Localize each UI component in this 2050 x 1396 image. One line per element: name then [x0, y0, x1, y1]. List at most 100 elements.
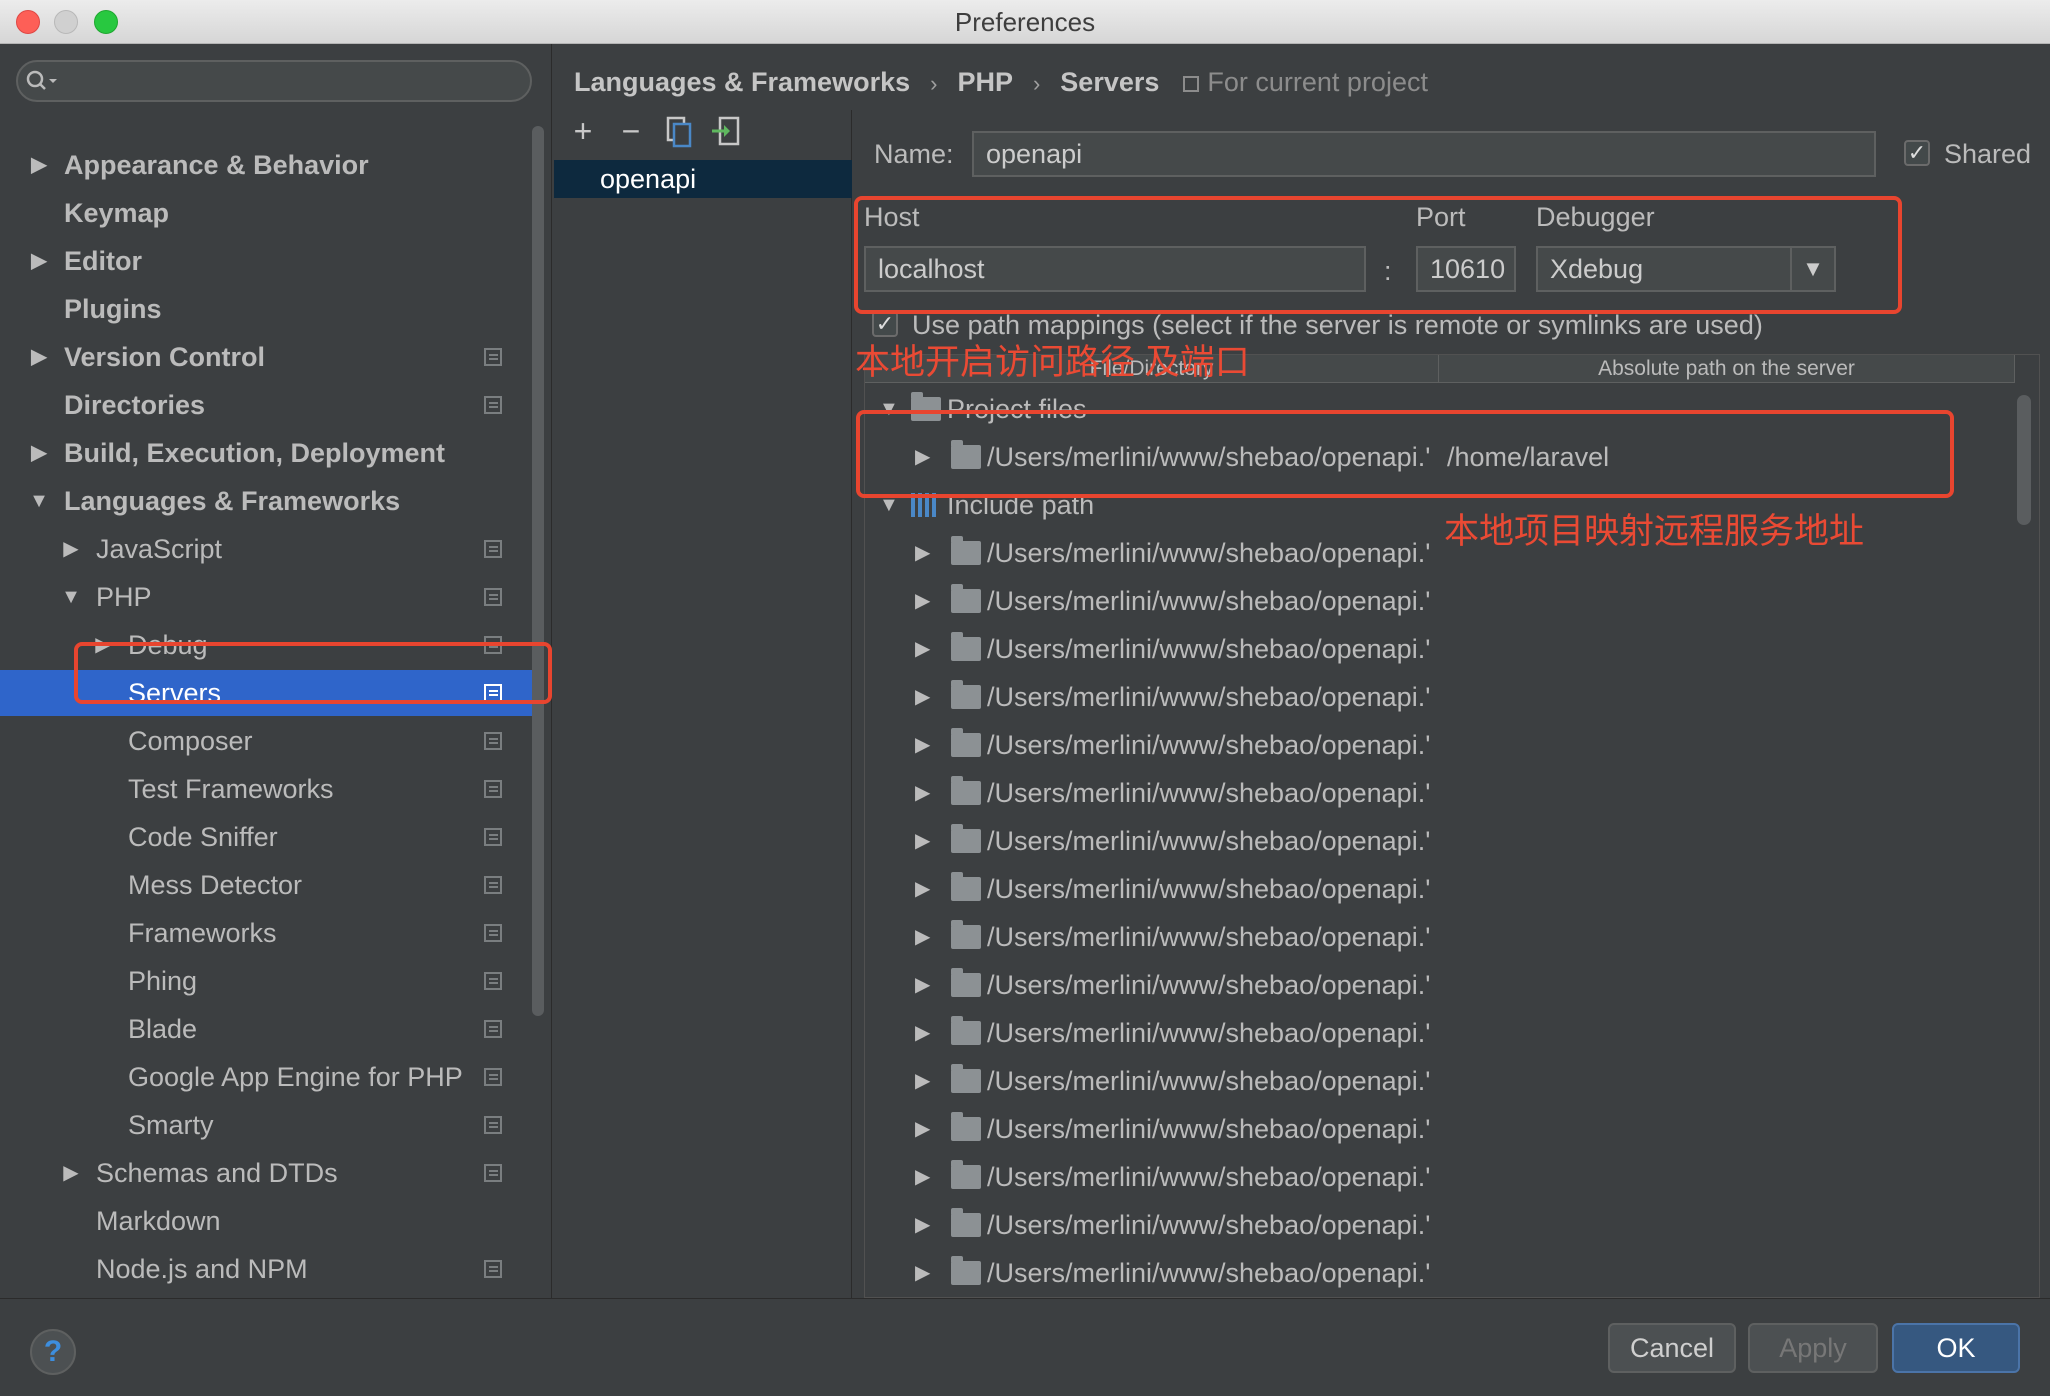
collapsed-arrow-icon[interactable]: ▶ — [915, 1009, 930, 1057]
local-path: /Users/merlini/www/shebao/openapi.' — [987, 1018, 1431, 1048]
include-path-row[interactable]: ▶ /Users/merlini/www/shebao/openapi.' — [865, 1249, 2015, 1297]
include-path-row[interactable]: ▶ /Users/merlini/www/shebao/openapi.' — [865, 865, 2015, 913]
collapsed-arrow-icon[interactable]: ▶ — [915, 433, 930, 481]
sidebar-item-smarty[interactable]: Smarty — [0, 1102, 534, 1148]
expanded-arrow-icon[interactable]: ▼ — [28, 478, 50, 524]
sidebar-item-appearance-behavior[interactable]: ▶ Appearance & Behavior — [0, 142, 534, 188]
collapsed-arrow-icon[interactable]: ▶ — [915, 721, 930, 769]
include-path-row[interactable]: ▶ /Users/merlini/www/shebao/openapi.' — [865, 1105, 2015, 1153]
local-path: /Users/merlini/www/shebao/openapi.' — [987, 874, 1431, 904]
port-input[interactable]: 10610 — [1416, 246, 1516, 292]
sidebar-item-directories[interactable]: Directories — [0, 382, 534, 428]
include-path-row[interactable]: ▶ /Users/merlini/www/shebao/openapi.' — [865, 625, 2015, 673]
collapsed-arrow-icon[interactable]: ▶ — [28, 430, 50, 476]
include-path-row[interactable]: ▶ /Users/merlini/www/shebao/openapi.' — [865, 1057, 2015, 1105]
collapsed-arrow-icon[interactable]: ▶ — [915, 1105, 930, 1153]
include-path-row[interactable]: ▶ /Users/merlini/www/shebao/openapi.' — [865, 673, 2015, 721]
mapping-scrollbar[interactable] — [2017, 395, 2031, 525]
include-path-row[interactable]: ▶ /Users/merlini/www/shebao/openapi.' — [865, 721, 2015, 769]
collapsed-arrow-icon[interactable]: ▶ — [915, 673, 930, 721]
include-path-row[interactable]: ▶ /Users/merlini/www/shebao/openapi.' — [865, 1009, 2015, 1057]
sidebar-item-mess-detector[interactable]: Mess Detector — [0, 862, 534, 908]
sidebar-item-version-control[interactable]: ▶ Version Control — [0, 334, 534, 380]
collapsed-arrow-icon[interactable]: ▶ — [915, 1153, 930, 1201]
sidebar-item-test-frameworks[interactable]: Test Frameworks — [0, 766, 534, 812]
apply-button[interactable]: Apply — [1748, 1323, 1878, 1373]
include-path-row[interactable]: ▶ /Users/merlini/www/shebao/openapi.' — [865, 577, 2015, 625]
collapsed-arrow-icon[interactable]: ▶ — [915, 961, 930, 1009]
tree-node-project-files[interactable]: ▼ Project files — [865, 385, 2015, 433]
server-name-input[interactable]: openapi — [972, 131, 1876, 177]
project-mapping-row[interactable]: ▶ /Users/merlini/www/shebao/openapi.' /h… — [865, 433, 2015, 481]
sidebar-item-markdown[interactable]: Markdown — [0, 1198, 534, 1244]
import-icon[interactable] — [710, 114, 744, 148]
server-path-input[interactable]: /home/laravel — [1447, 433, 1609, 481]
collapsed-arrow-icon[interactable]: ▶ — [28, 238, 50, 284]
sidebar-item-frameworks[interactable]: Frameworks — [0, 910, 534, 956]
sidebar-item-node-js-and-npm[interactable]: Node.js and NPM — [0, 1246, 534, 1292]
collapsed-arrow-icon[interactable]: ▶ — [60, 1150, 82, 1196]
breadcrumb-php: PHP — [957, 67, 1013, 97]
add-icon[interactable]: + — [566, 114, 600, 148]
include-path-row[interactable]: ▶ /Users/merlini/www/shebao/openapi.' — [865, 769, 2015, 817]
help-button[interactable]: ? — [30, 1329, 76, 1375]
remove-icon[interactable]: − — [614, 114, 648, 148]
collapsed-arrow-icon[interactable]: ▶ — [915, 1201, 930, 1249]
include-path-row[interactable]: ▶ /Users/merlini/www/shebao/openapi.' — [865, 1153, 2015, 1201]
use-path-mappings-checkbox[interactable]: ✓ — [872, 311, 898, 337]
sidebar-item-editor[interactable]: ▶ Editor — [0, 238, 534, 284]
sidebar-item-blade[interactable]: Blade — [0, 1006, 534, 1052]
use-path-mappings-label: Use path mappings (select if the server … — [912, 310, 1763, 340]
sidebar-item-composer[interactable]: Composer — [0, 718, 534, 764]
collapsed-arrow-icon[interactable]: ▶ — [915, 577, 930, 625]
project-scope-icon — [484, 684, 502, 702]
copy-icon[interactable] — [662, 114, 696, 148]
sidebar-item-keymap[interactable]: Keymap — [0, 190, 534, 236]
annotation-mapping-note: 本地项目映射远程服务地址 — [1444, 512, 1865, 551]
sidebar-item-code-sniffer[interactable]: Code Sniffer — [0, 814, 534, 860]
server-list-item[interactable]: openapi — [554, 160, 852, 198]
expanded-arrow-icon[interactable]: ▼ — [879, 481, 899, 529]
column-header-server-path[interactable]: Absolute path on the server — [1439, 355, 2015, 383]
settings-search-input[interactable] — [16, 60, 532, 102]
folder-icon — [951, 1016, 981, 1045]
sidebar-item-label: Markdown — [96, 1206, 221, 1236]
sidebar-item-phing[interactable]: Phing — [0, 958, 534, 1004]
debugger-select[interactable]: Xdebug ▼ — [1536, 246, 1836, 292]
collapsed-arrow-icon[interactable]: ▶ — [915, 625, 930, 673]
name-label: Name: — [874, 139, 954, 169]
collapsed-arrow-icon[interactable]: ▶ — [915, 1057, 930, 1105]
collapsed-arrow-icon[interactable]: ▶ — [915, 1249, 930, 1297]
collapsed-arrow-icon[interactable]: ▶ — [915, 865, 930, 913]
include-path-row[interactable]: ▶ /Users/merlini/www/shebao/openapi.' — [865, 961, 2015, 1009]
sidebar-item-plugins[interactable]: Plugins — [0, 286, 534, 332]
include-path-row[interactable]: ▶ /Users/merlini/www/shebao/openapi.' — [865, 817, 2015, 865]
cancel-button[interactable]: Cancel — [1608, 1323, 1736, 1373]
collapsed-arrow-icon[interactable]: ▶ — [915, 913, 930, 961]
sidebar-item-build-execution-deployment[interactable]: ▶ Build, Execution, Deployment — [0, 430, 534, 476]
include-path-row[interactable]: ▶ /Users/merlini/www/shebao/openapi.' — [865, 913, 2015, 961]
expanded-arrow-icon[interactable]: ▼ — [60, 574, 82, 620]
sidebar-item-schemas-and-dtds[interactable]: ▶ Schemas and DTDs — [0, 1150, 534, 1196]
collapsed-arrow-icon[interactable]: ▶ — [915, 817, 930, 865]
collapsed-arrow-icon[interactable]: ▶ — [92, 622, 114, 668]
sidebar-item-debug[interactable]: ▶ Debug — [0, 622, 534, 668]
sidebar-item-servers[interactable]: Servers — [0, 670, 534, 716]
host-input[interactable]: localhost — [864, 246, 1366, 292]
expanded-arrow-icon[interactable]: ▼ — [879, 385, 899, 433]
collapsed-arrow-icon[interactable]: ▶ — [915, 529, 930, 577]
dialog-button-bar: ? Cancel Apply OK — [0, 1298, 2050, 1396]
shared-checkbox[interactable]: ✓ — [1904, 140, 1930, 166]
sidebar-item-google-app-engine-for-php[interactable]: Google App Engine for PHP — [0, 1054, 534, 1100]
sidebar-item-php[interactable]: ▼ PHP — [0, 574, 534, 620]
collapsed-arrow-icon[interactable]: ▶ — [28, 334, 50, 380]
ok-button[interactable]: OK — [1892, 1323, 2020, 1373]
sidebar-scrollbar[interactable] — [532, 126, 544, 1016]
include-path-row[interactable]: ▶ /Users/merlini/www/shebao/openapi.' — [865, 1201, 2015, 1249]
sidebar-item-languages-frameworks[interactable]: ▼ Languages & Frameworks — [0, 478, 534, 524]
collapsed-arrow-icon[interactable]: ▶ — [60, 526, 82, 572]
collapsed-arrow-icon[interactable]: ▶ — [915, 769, 930, 817]
sidebar-item-javascript[interactable]: ▶ JavaScript — [0, 526, 534, 572]
chevron-down-icon[interactable]: ▼ — [1790, 248, 1834, 290]
collapsed-arrow-icon[interactable]: ▶ — [28, 142, 50, 188]
